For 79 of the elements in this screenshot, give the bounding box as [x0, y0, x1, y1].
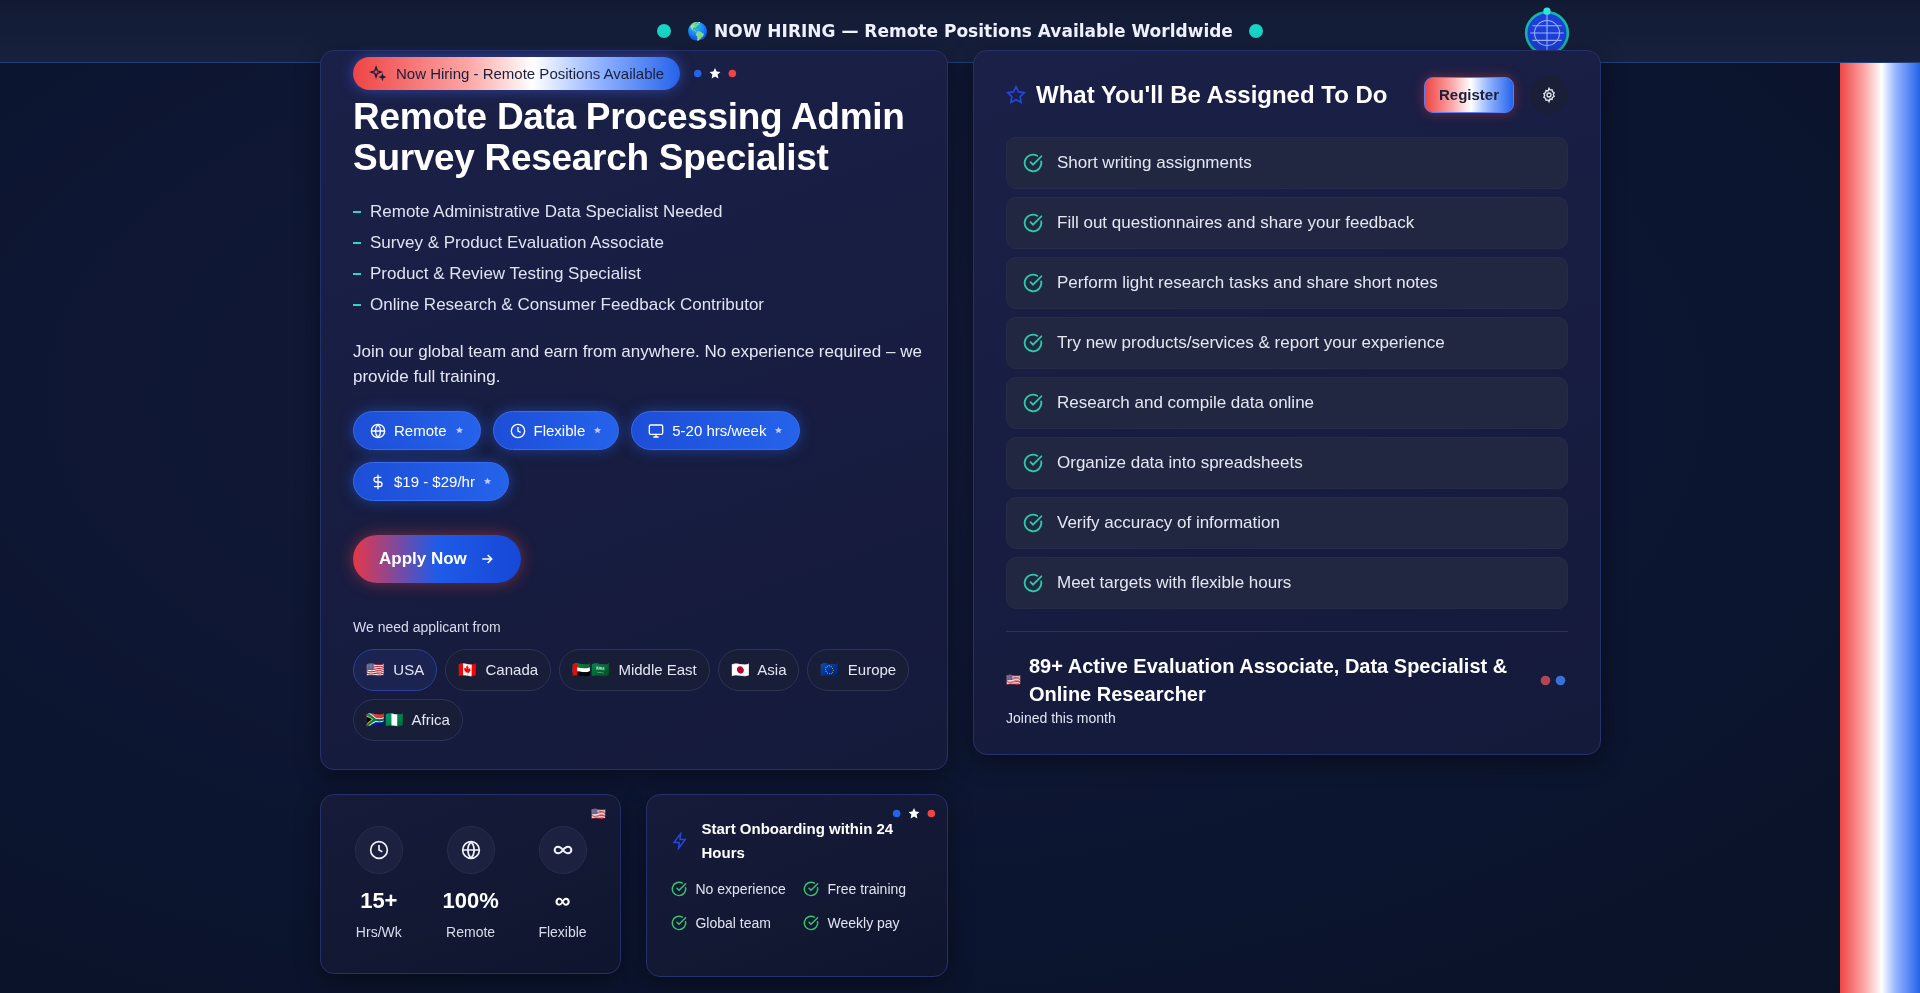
globe-icon — [370, 422, 386, 439]
tag-label: $19 - $29/hr — [394, 473, 475, 490]
region-chip[interactable]: 🇪🇺 Europe — [807, 649, 910, 691]
dash-icon — [353, 242, 361, 244]
clock-icon — [509, 422, 526, 439]
clock-icon — [368, 840, 389, 860]
status-dot — [1248, 24, 1263, 38]
section-title: What You'll Be Assigned To Do — [1036, 81, 1389, 109]
flag-text: 🇺🇸 — [1006, 673, 1021, 687]
sparkle-icon — [369, 65, 386, 82]
task-text: Perform light research tasks and share short notes — [1057, 273, 1438, 293]
star-icon — [482, 477, 492, 486]
monitor-icon — [648, 422, 665, 439]
stat-value: 15+ — [360, 888, 398, 914]
job-title: Remote Data Processing Admin Survey Research Specialist — [353, 96, 906, 178]
dash-icon — [353, 304, 361, 306]
stat-value: 100% — [442, 888, 499, 914]
task-text: Try new products/services & report your experience — [1057, 333, 1445, 353]
regions-label: We need applicant from — [353, 619, 502, 635]
stars-icon — [891, 807, 937, 820]
dash-icon — [353, 273, 361, 275]
stat-value: ∞ — [554, 888, 571, 914]
check-circle-icon — [1023, 453, 1043, 473]
apply-button[interactable]: Apply Now — [353, 535, 521, 583]
description: Join our global team and earn from anywhere. No experience required – we provide full training. — [353, 341, 923, 388]
dots-icon — [1538, 673, 1568, 687]
task-text: Research and compile data online — [1057, 393, 1315, 413]
role-text: Online Research & Consumer Feedback Contributor — [370, 295, 765, 315]
stars-icon — [692, 67, 739, 80]
region-chip[interactable]: 🇦🇪🇸🇦 Middle East — [559, 649, 710, 691]
region-chip[interactable]: 🇨🇦 Canada — [445, 649, 552, 691]
task-text: Short writing assignments — [1057, 153, 1252, 173]
stat-label: Flexible — [538, 924, 587, 940]
task-text: Fill out questionnaires and share your feedback — [1057, 213, 1415, 233]
settings-button[interactable] — [1530, 76, 1568, 114]
region-chip[interactable]: 🇺🇸 USA — [353, 649, 438, 691]
region-chip[interactable]: 🇯🇵 Asia — [717, 649, 800, 691]
role-text: Product & Review Testing Specialist — [370, 264, 641, 284]
check-circle-icon — [671, 881, 688, 897]
dash-icon — [353, 211, 361, 213]
onboarding-title: Start Onboarding within 24 Hours — [701, 819, 895, 863]
settings-icon — [1541, 87, 1557, 103]
members-note: Joined this month — [1006, 710, 1117, 726]
check-circle-icon — [671, 915, 688, 931]
region-chip[interactable]: 🇿🇦🇳🇬 Africa — [353, 699, 463, 741]
tag-label: 5-20 hrs/week — [672, 422, 767, 439]
check-circle-icon — [1023, 333, 1043, 353]
perk-text: Global team — [695, 914, 771, 933]
flag-text: 🇺🇸 — [591, 807, 607, 821]
check-circle-icon — [1023, 393, 1043, 413]
stat-label: Remote — [446, 924, 496, 940]
check-circle-icon — [1023, 273, 1043, 293]
task-text: Verify accuracy of information — [1057, 513, 1280, 533]
star-icon — [1006, 85, 1026, 105]
star-icon — [774, 426, 784, 435]
status-dot — [657, 24, 672, 38]
perk-text: Weekly pay — [827, 914, 900, 933]
star-icon — [454, 426, 464, 435]
tag-label: Flexible — [533, 422, 586, 439]
role-text: Remote Administrative Data Specialist Needed — [370, 202, 723, 222]
tag-label: Remote — [394, 422, 447, 439]
perk-text: No experience — [695, 880, 786, 899]
check-circle-icon — [1023, 153, 1043, 173]
members-headline: 89+ Active Evaluation Associate, Data Specialist & Online Researcher — [1029, 654, 1509, 707]
check-circle-icon — [803, 915, 820, 931]
dollar-icon — [370, 473, 386, 490]
banner-text: 🌎 NOW HIRING — Remote Positions Available Worldwide — [687, 21, 1233, 41]
perk-text: Free training — [827, 880, 907, 899]
globe-icon — [460, 840, 481, 860]
check-circle-icon — [1023, 513, 1043, 533]
task-text: Meet targets with flexible hours — [1057, 573, 1292, 593]
task-text: Organize data into spreadsheets — [1057, 453, 1303, 473]
star-icon — [593, 426, 603, 435]
role-text: Survey & Product Evaluation Associate — [370, 233, 664, 253]
check-circle-icon — [1023, 213, 1043, 233]
hiring-badge: Now Hiring - Remote Positions Available — [353, 57, 681, 90]
check-circle-icon — [803, 881, 820, 897]
check-circle-icon — [1023, 573, 1043, 593]
stat-label: Hrs/Wk — [355, 924, 402, 940]
